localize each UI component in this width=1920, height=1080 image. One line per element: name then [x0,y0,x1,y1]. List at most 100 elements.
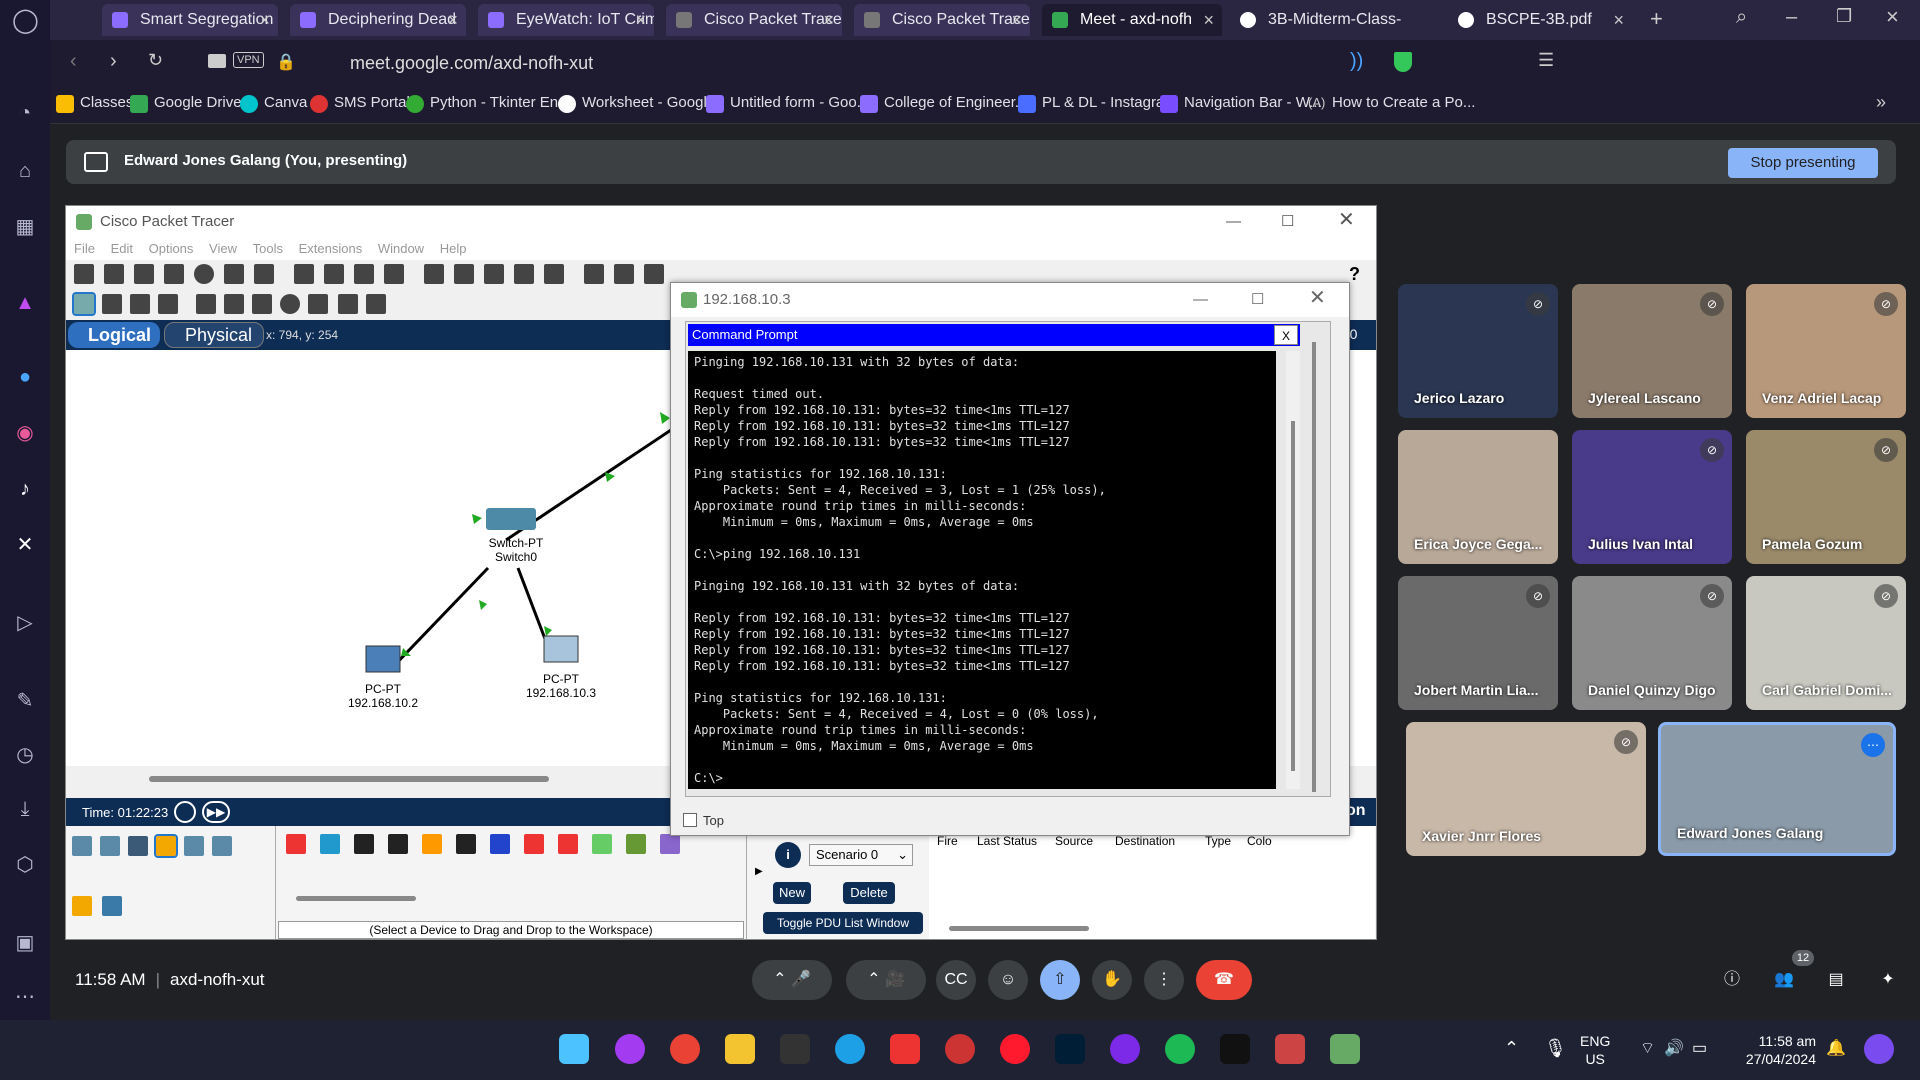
outer-scrollbar[interactable] [1312,342,1316,792]
bookmark-python[interactable]: Python - Tkinter En... [406,94,571,113]
power-cycle-icon[interactable] [174,801,196,823]
tab-1[interactable]: Deciphering Dead × [290,4,466,36]
menu-window[interactable]: Window [378,238,424,260]
game-icon[interactable] [780,1034,810,1064]
more-options-icon[interactable]: ⋮ [1144,960,1184,1000]
menu-edit[interactable]: Edit [111,238,133,260]
scrollbar[interactable] [949,926,1089,931]
packet-tracer-icon[interactable] [1330,1034,1360,1064]
info-icon[interactable] [194,264,214,284]
captions-icon[interactable]: CC [936,960,976,1000]
acrobat-icon[interactable] [890,1034,920,1064]
participant-tile[interactable]: ⊘ Jylereal Lascano [1572,284,1732,418]
camera-button[interactable]: ⌃ 🎥 [846,960,926,1000]
extensions-icon[interactable]: ⬡ [12,852,38,878]
games-icon[interactable]: ▦ [12,214,38,240]
x-icon[interactable]: ✕ [12,532,38,558]
straight-cable-icon[interactable] [354,834,374,854]
spotify-icon[interactable] [1165,1034,1195,1064]
bookmark-pl-dl[interactable]: PL & DL - Instagra... [1018,94,1177,113]
photoshop-icon[interactable] [1055,1034,1085,1064]
crossover-cable-icon[interactable] [388,834,408,854]
auto-connect-icon[interactable] [286,834,306,854]
chevron-up-icon[interactable]: ⌃ [1504,1038,1519,1059]
participant-tile[interactable]: ⊘ Carl Gabriel Domi... [1746,576,1906,710]
scenario-select[interactable]: Scenario 0 ⌄ [809,844,913,866]
new-tab-button[interactable]: + [1650,6,1663,32]
edge-icon[interactable] [835,1034,865,1064]
battery-icon[interactable]: ▭ [1692,1038,1707,1058]
save-icon[interactable] [134,264,154,284]
shield-icon[interactable] [1394,52,1412,72]
minimize-button[interactable]: – [1786,6,1797,29]
fiber-cable-icon[interactable] [422,834,442,854]
horizontal-scrollbar[interactable] [149,776,549,782]
flow-icon[interactable]: )) [1350,50,1363,73]
inspect-tool-icon[interactable] [102,294,122,314]
maximize-button[interactable]: ☐ [1281,206,1294,238]
components-icon[interactable] [128,836,148,856]
resize-tool-icon[interactable] [158,294,178,314]
copilot-icon[interactable] [1864,1034,1894,1064]
participant-tile[interactable]: ⊘ Pamela Gozum [1746,430,1906,564]
bookmark-worksheet[interactable]: Worksheet - Googl... [558,94,719,113]
close-icon[interactable]: × [1613,4,1624,36]
canva-icon[interactable] [1110,1034,1140,1064]
tiktok-icon[interactable]: ♪ [12,476,38,502]
toggle-pdu-list-button[interactable]: Toggle PDU List Window [763,912,923,934]
more-options-icon[interactable]: ⋯ [1861,733,1885,757]
serial-dte-icon[interactable] [558,834,578,854]
participant-tile[interactable]: ⊘ Julius Ivan Intal [1572,430,1732,564]
search-icon[interactable]: ⌕ [1736,6,1747,29]
microphone-button[interactable]: ⌃ 🎤 [752,960,832,1000]
end-devices-icon[interactable] [100,836,120,856]
phone-cable-icon[interactable] [456,834,476,854]
open-icon[interactable] [104,264,124,284]
gamepad-icon[interactable] [50,4,64,36]
freeform-tool-icon[interactable] [308,294,328,314]
screenshot-icon[interactable] [644,264,664,284]
wizard-icon[interactable] [224,264,244,284]
complex-pdu-icon[interactable] [366,294,386,314]
stop-presenting-button[interactable]: Stop presenting [1728,148,1878,178]
pinboard-icon[interactable]: ✎ [12,688,38,714]
select-tool-icon[interactable] [72,292,96,316]
volume-icon[interactable]: 🔊 [1664,1038,1684,1058]
file-explorer-icon[interactable] [725,1034,755,1064]
raise-hand-icon[interactable]: ✋ [1092,960,1132,1000]
close-icon[interactable]: × [635,4,646,36]
participant-tile[interactable]: Erica Joyce Gega... [1398,430,1558,564]
ellipse-tool-icon[interactable] [280,294,300,314]
close-icon[interactable]: × [1011,4,1022,36]
iot-cable-icon[interactable] [626,834,646,854]
minimize-button[interactable]: — [1226,206,1241,238]
menu-help[interactable]: Help [440,238,467,260]
camera-icon[interactable] [208,54,226,68]
note-tool-icon[interactable] [196,294,216,314]
menu-tools[interactable]: Tools [253,238,283,260]
redo-icon[interactable] [384,264,404,284]
copy-icon[interactable] [294,264,314,284]
present-icon[interactable]: ⇧ [1040,960,1080,1000]
system-clock[interactable]: 11:58 am 27/04/2024 [1736,1032,1816,1068]
info-icon[interactable]: i [775,842,801,868]
bookmark-college[interactable]: College of Engineer... [860,94,1027,113]
menu-file[interactable]: File [74,238,95,260]
rectangle-tool-icon[interactable] [252,294,272,314]
aria-icon[interactable]: ▲ [12,290,38,316]
close-icon[interactable]: × [259,4,270,36]
language-indicator[interactable]: ENG US [1580,1032,1610,1068]
coaxial-cable-icon[interactable] [490,834,510,854]
bookmark-sms[interactable]: SMS Portal [310,94,410,113]
collapse-icon[interactable]: ▶ [755,866,763,877]
terminal-scrollbar[interactable] [1286,351,1300,789]
snapshot-icon[interactable]: ▣ [12,930,38,956]
fast-forward-icon[interactable]: ▶▶ [202,801,230,823]
octal-cable-icon[interactable] [592,834,612,854]
menu-extensions[interactable]: Extensions [299,238,363,260]
zoom-reset-icon[interactable] [454,264,474,284]
player-icon[interactable]: ▷ [12,610,38,636]
close-icon[interactable]: × [447,4,458,36]
opera-icon[interactable] [1000,1034,1030,1064]
opera-logo-icon[interactable]: ◯ [12,8,39,34]
